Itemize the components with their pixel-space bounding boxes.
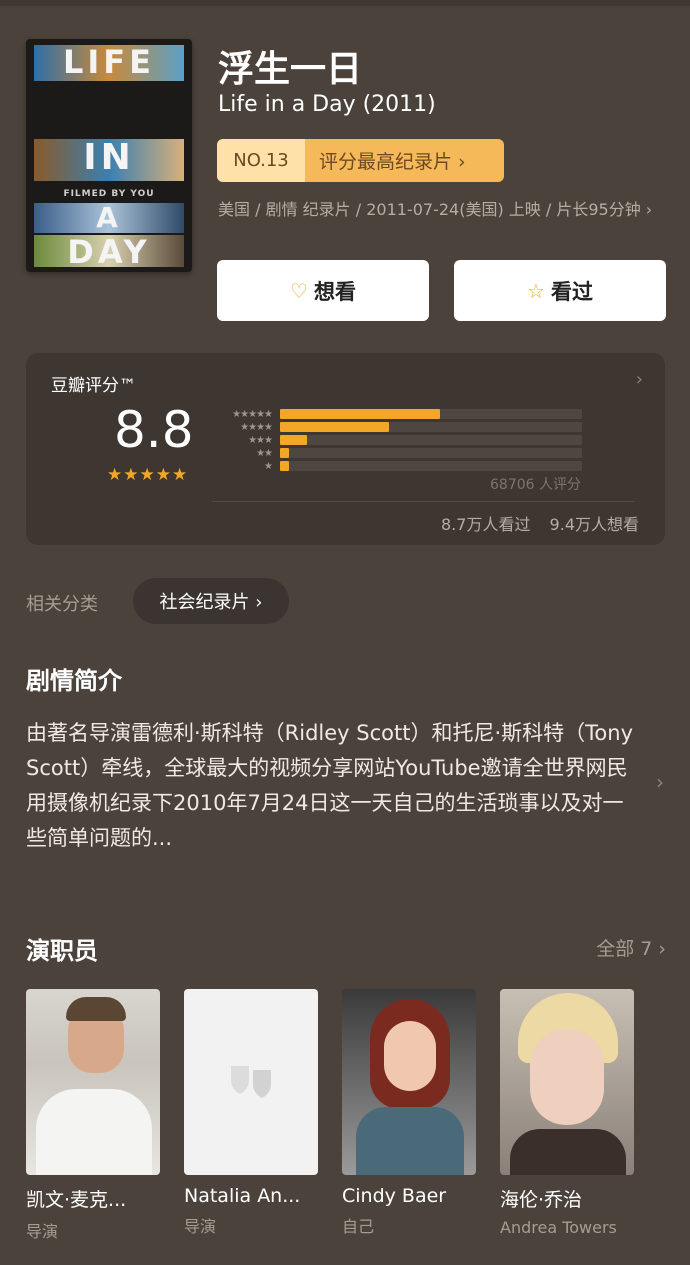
star-label: ★ [264, 460, 273, 472]
watch-stats: 8.7万人看过 9.4万人想看 [427, 511, 639, 535]
rating-bar [280, 448, 290, 458]
want-count: 9.4万人想看 [549, 515, 639, 534]
rating-row-5: ★★★★★ [212, 408, 582, 420]
cast-name: 凯文·麦克... [26, 1189, 127, 1211]
rating-bar [280, 435, 308, 445]
cast-card[interactable]: Natalia An... 导演 [184, 989, 318, 1237]
cast-name: 海伦·乔治 [500, 1189, 583, 1211]
rating-bar [280, 422, 389, 432]
rating-row-3: ★★★ [212, 434, 582, 446]
star-label: ★★★★ [240, 421, 273, 433]
watched-label: 看过 [550, 279, 593, 304]
rank-label: 评分最高纪录片 › [319, 151, 466, 173]
cast-photo-placeholder [184, 989, 318, 1175]
poster-text-day: DAY [67, 233, 151, 271]
poster-text-in: IN [83, 137, 135, 178]
heart-plus-icon: ♡ [290, 278, 308, 303]
cast-name: Cindy Baer [342, 1185, 447, 1207]
rating-row-1: ★ [212, 460, 582, 472]
rating-count: 68706 人评分 [490, 477, 581, 493]
all-cast-link[interactable]: 全部 7 › [596, 934, 666, 961]
cast-role: Andrea Towers [500, 1218, 617, 1237]
chevron-right-icon[interactable]: › [636, 369, 643, 390]
rating-bar [280, 461, 290, 471]
category-pill[interactable]: 社会纪录片 › [133, 578, 289, 624]
category-label: 相关分类 [26, 594, 98, 615]
top-edge [0, 0, 690, 6]
synopsis-title: 剧情简介 [26, 667, 122, 695]
rating-card[interactable]: 豆瓣评分™ › 8.8 ★★★★★ ★★★★★ ★★★★ ★★★ ★★ ★ 68… [26, 353, 665, 545]
chevron-right-icon[interactable]: › [656, 770, 664, 794]
cast-photo [26, 989, 160, 1175]
watched-button[interactable]: ☆ 看过 [454, 260, 666, 321]
divider [212, 501, 635, 502]
star-outline-icon: ☆ [527, 278, 545, 303]
cast-card[interactable]: 凯文·麦克... 导演 [26, 989, 160, 1242]
movie-title-cn: 浮生一日 [218, 49, 363, 90]
rating-row-2: ★★ [212, 447, 582, 459]
rating-score: 8.8 [114, 401, 194, 459]
cast-role: 自己 [342, 1217, 375, 1236]
cast-title: 演职员 [26, 937, 98, 965]
cast-name: Natalia An... [184, 1185, 301, 1207]
synopsis-text[interactable]: 由著名导演雷德利·斯科特（Ridley Scott）和托尼·斯科特（Tony S… [26, 716, 641, 856]
movie-meta[interactable]: 美国 / 剧情 纪录片 / 2011-07-24(美国) 上映 / 片长95分钟… [218, 199, 668, 221]
rating-stars: ★★★★★ [107, 465, 189, 485]
movie-poster[interactable]: LIFE IN FILMED BY YOU A DAY [26, 39, 192, 272]
poster-text-a: A [96, 201, 122, 234]
cast-role: 导演 [26, 1222, 59, 1241]
cast-card[interactable]: 海伦·乔治 Andrea Towers [500, 989, 634, 1237]
want-to-watch-label: 想看 [313, 279, 356, 304]
rating-bar [280, 409, 441, 419]
movie-title-en: Life in a Day (2011) [218, 92, 436, 117]
rating-header: 豆瓣评分™ [51, 376, 136, 396]
rank-number: NO.13 [217, 139, 305, 182]
star-label: ★★ [256, 447, 273, 459]
poster-tagline: FILMED BY YOU [63, 189, 155, 199]
cast-role: 导演 [184, 1217, 217, 1236]
cast-card[interactable]: Cindy Baer 自己 [342, 989, 476, 1237]
ranking-badge[interactable]: NO.13 评分最高纪录片 › [217, 139, 504, 182]
theater-masks-icon [231, 1066, 271, 1098]
poster-text-life: LIFE [62, 43, 155, 81]
rating-row-4: ★★★★ [212, 421, 582, 433]
star-label: ★★★★★ [232, 408, 273, 420]
star-label: ★★★ [248, 434, 273, 446]
want-to-watch-button[interactable]: ♡ 想看 [217, 260, 429, 321]
cast-photo [342, 989, 476, 1175]
cast-photo [500, 989, 634, 1175]
seen-count: 8.7万人看过 [441, 515, 531, 534]
